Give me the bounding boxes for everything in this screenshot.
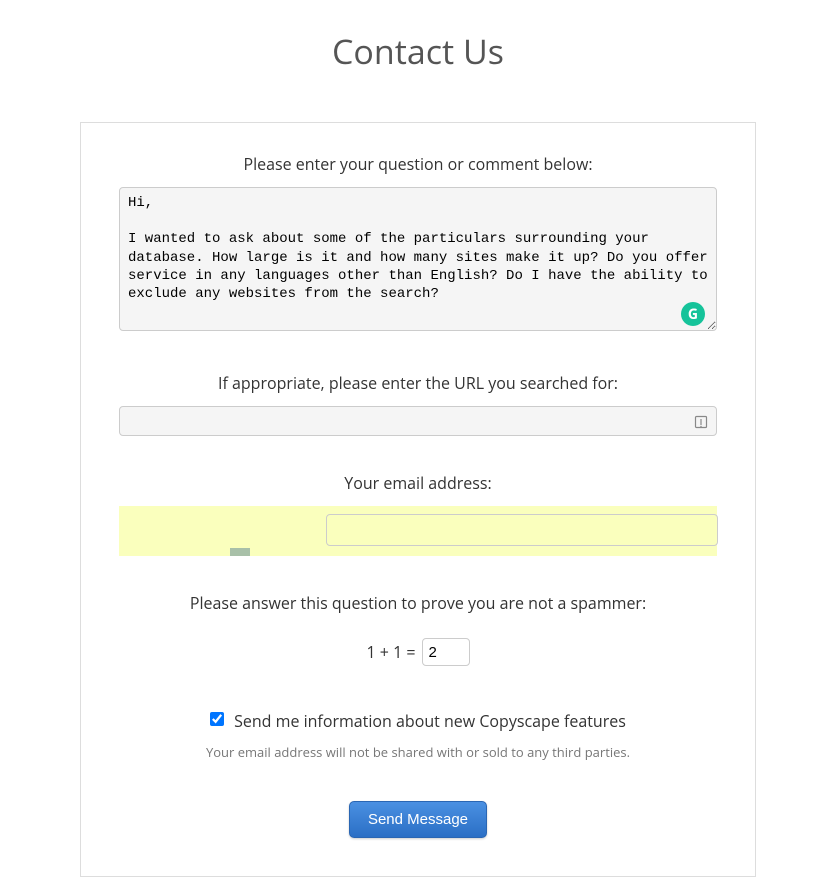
email-section: Your email address: [119,472,717,556]
url-field-wrap [119,406,717,436]
captcha-label: Please answer this question to prove you… [119,592,717,614]
contact-form-card: Please enter your question or comment be… [80,122,756,877]
email-input[interactable] [326,514,718,546]
captcha-math-row: 1 + 1 = [366,638,469,666]
subscribe-label-wrap[interactable]: Send me information about new Copyscape … [210,710,626,732]
subscribe-checkbox[interactable] [210,712,224,726]
subscribe-row: Send me information about new Copyscape … [119,710,717,733]
question-field-wrap: G [119,187,717,336]
question-input[interactable] [119,187,717,331]
captcha-question: 1 + 1 = [366,641,415,663]
keyboard-icon [693,413,709,429]
email-label: Your email address: [119,472,717,494]
autofill-marker [230,548,250,556]
privacy-note: Your email address will not be shared wi… [119,743,717,761]
submit-row: Send Message [119,801,717,838]
question-label: Please enter your question or comment be… [119,153,717,175]
send-message-button[interactable]: Send Message [349,801,487,838]
email-autofill-highlight [119,506,717,556]
page-title: Contact Us [0,0,836,122]
captcha-section: Please answer this question to prove you… [119,592,717,666]
captcha-input[interactable] [422,638,470,666]
url-label: If appropriate, please enter the URL you… [119,372,717,394]
url-input[interactable] [119,406,717,436]
subscribe-label: Send me information about new Copyscape … [234,710,626,732]
